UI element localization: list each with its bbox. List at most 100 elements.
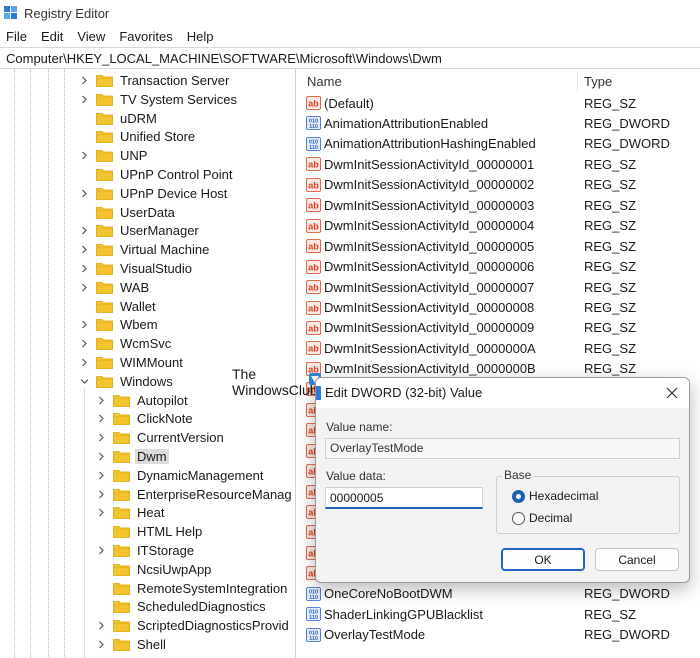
menu-view[interactable]: View xyxy=(77,29,105,44)
tree-item-heat[interactable]: Heat xyxy=(95,503,166,522)
chevron-right-icon[interactable] xyxy=(95,620,107,632)
value-row[interactable]: ab DwmInitSessionActivityId_0000000A REG_S… xyxy=(301,338,700,358)
value-row[interactable]: ab DwmInitSessionActivityId_00000002 REG_S… xyxy=(301,175,700,195)
chevron-right-icon[interactable] xyxy=(95,507,107,519)
value-row[interactable]: 010 110 ShaderLinkingGPUBlacklist REG_SZ xyxy=(301,604,700,624)
tree-item-scripteddiagnosticsprovid[interactable]: ScriptedDiagnosticsProvid xyxy=(95,616,291,635)
chevron-right-icon[interactable] xyxy=(95,413,107,425)
chevron-right-icon[interactable] xyxy=(78,281,90,293)
tree-item-clicknote[interactable]: ClickNote xyxy=(95,409,195,428)
column-header-type[interactable]: Type xyxy=(584,74,612,89)
dialog-close-button[interactable] xyxy=(661,383,683,403)
binary-value-icon: 010 110 xyxy=(306,586,321,601)
menu-favorites[interactable]: Favorites xyxy=(119,29,172,44)
menu-file[interactable]: File xyxy=(6,29,27,44)
tree-item-autopilot[interactable]: Autopilot xyxy=(95,391,190,410)
tree-item-udrm[interactable]: uDRM xyxy=(78,109,159,128)
tree-item-ncsiuwpapp[interactable]: NcsiUwpApp xyxy=(95,560,213,579)
tree-item-itstorage[interactable]: ITStorage xyxy=(95,541,196,560)
value-row[interactable]: ab DwmInitSessionActivityId_00000004 REG_S… xyxy=(301,216,700,236)
tree-item-label: RemoteSystemIntegration xyxy=(137,580,288,596)
tree-item-dynamicmanagement[interactable]: DynamicManagement xyxy=(95,466,265,485)
value-row[interactable]: ab DwmInitSessionActivityId_00000008 REG_S… xyxy=(301,298,700,318)
tree-item-scheduleddiagnostics[interactable]: ScheduledDiagnostics xyxy=(95,597,268,616)
value-type: REG_SZ xyxy=(584,95,637,111)
chevron-right-icon[interactable] xyxy=(95,639,107,651)
hexadecimal-radio[interactable]: Hexadecimal xyxy=(512,489,598,503)
column-header-name[interactable]: Name xyxy=(307,74,342,89)
chevron-right-icon[interactable] xyxy=(78,225,90,237)
decimal-radio[interactable]: Decimal xyxy=(512,511,572,525)
column-divider[interactable] xyxy=(577,71,578,91)
tree-item-unp[interactable]: UNP xyxy=(78,146,149,165)
tree-item-shell[interactable]: Shell xyxy=(95,635,168,654)
chevron-right-icon[interactable] xyxy=(78,93,90,105)
address-bar[interactable]: Computer\HKEY_LOCAL_MACHINE\SOFTWARE\Mic… xyxy=(0,47,700,69)
tree-item-wallet[interactable]: Wallet xyxy=(78,297,158,316)
value-row[interactable]: ab DwmInitSessionActivityId_00000007 REG_S… xyxy=(301,277,700,297)
chevron-right-icon[interactable] xyxy=(78,187,90,199)
tree-item-wab[interactable]: WAB xyxy=(78,278,151,297)
tree-item-tv-system-services[interactable]: TV System Services xyxy=(78,90,239,109)
chevron-right-icon[interactable] xyxy=(78,319,90,331)
chevron-right-icon[interactable] xyxy=(95,432,107,444)
tree-item-transaction-server[interactable]: Transaction Server xyxy=(78,71,231,90)
value-row[interactable]: 010 110 AnimationAttributionHashingEnabled… xyxy=(301,134,700,154)
value-row[interactable]: ab DwmInitSessionActivityId_00000009 REG_S… xyxy=(301,318,700,338)
chevron-right-icon[interactable] xyxy=(95,451,107,463)
chevron-right-icon[interactable] xyxy=(95,469,107,481)
tree-item-wcmsvc[interactable]: WcmSvc xyxy=(78,334,173,353)
svg-text:ab: ab xyxy=(308,201,319,211)
menu-help[interactable]: Help xyxy=(187,29,214,44)
tree-item-unified-store[interactable]: Unified Store xyxy=(78,127,197,146)
tree-item-upnp-device-host[interactable]: UPnP Device Host xyxy=(78,184,229,203)
tree-item-wimmount[interactable]: WIMMount xyxy=(78,353,185,372)
tree-item-windows[interactable]: Windows xyxy=(78,372,175,391)
value-row[interactable]: 010 110 OneCoreNoBootDWM REG_DWORD xyxy=(301,584,700,604)
folder-icon xyxy=(96,93,113,106)
value-row[interactable]: 010 110 OverlayTestMode REG_DWORD xyxy=(301,625,700,645)
chevron-right-icon[interactable] xyxy=(78,244,90,256)
value-row[interactable]: ab DwmInitSessionActivityId_0000000B REG_S… xyxy=(301,359,700,379)
folder-icon xyxy=(96,356,113,369)
chevron-right-icon[interactable] xyxy=(78,150,90,162)
string-value-icon: ab xyxy=(306,259,321,274)
value-row[interactable]: 010 110 AnimationAttributionEnabled REG_DWO… xyxy=(301,113,700,133)
value-row[interactable]: ab (Default) REG_SZ xyxy=(301,93,700,113)
tree-item-userdata[interactable]: UserData xyxy=(78,203,177,222)
value-row[interactable]: ab DwmInitSessionActivityId_00000003 REG_S… xyxy=(301,195,700,215)
chevron-right-icon[interactable] xyxy=(78,263,90,275)
tree-item-virtual-machine[interactable]: Virtual Machine xyxy=(78,240,211,259)
tree-item-label: EnterpriseResourceManag xyxy=(137,486,292,502)
chevron-right-icon[interactable] xyxy=(78,338,90,350)
cancel-button[interactable]: Cancel xyxy=(595,548,679,571)
value-row[interactable]: ab DwmInitSessionActivityId_00000006 REG_S… xyxy=(301,257,700,277)
tree-item-remotesystemintegration[interactable]: RemoteSystemIntegration xyxy=(95,579,289,598)
chevron-right-icon[interactable] xyxy=(78,357,90,369)
chevron-right-icon[interactable] xyxy=(95,545,107,557)
value-type: REG_SZ xyxy=(584,300,637,315)
tree-item-enterpriseresourcemanag[interactable]: EnterpriseResourceManag xyxy=(95,485,294,504)
tree-item-visualstudio[interactable]: VisualStudio xyxy=(78,259,194,278)
tree-item-usermanager[interactable]: UserManager xyxy=(78,221,201,240)
value-row[interactable]: ab DwmInitSessionActivityId_00000005 REG_S… xyxy=(301,236,700,256)
chevron-right-icon[interactable] xyxy=(95,488,107,500)
tree-item-wbem[interactable]: Wbem xyxy=(78,315,160,334)
chevron-down-icon[interactable] xyxy=(78,375,90,387)
folder-icon xyxy=(113,469,130,482)
tree-item-html-help[interactable]: HTML Help xyxy=(95,522,204,541)
ok-button[interactable]: OK xyxy=(501,548,585,571)
tree-item-dwm[interactable]: Dwm xyxy=(95,447,169,466)
chevron-right-icon[interactable] xyxy=(95,394,107,406)
tree-item-currentversion[interactable]: CurrentVersion xyxy=(95,428,226,447)
tree-guide-line xyxy=(64,69,65,658)
menu-edit[interactable]: Edit xyxy=(41,29,63,44)
tree-item-upnp-control-point[interactable]: UPnP Control Point xyxy=(78,165,235,184)
value-row[interactable]: ab DwmInitSessionActivityId_00000001 REG_S… xyxy=(301,154,700,174)
key-tree-pane[interactable]: Transaction Server TV System Services uDRM… xyxy=(0,69,296,658)
folder-icon xyxy=(96,112,113,125)
value-data-input[interactable] xyxy=(325,487,483,509)
chevron-right-icon[interactable] xyxy=(78,75,90,87)
